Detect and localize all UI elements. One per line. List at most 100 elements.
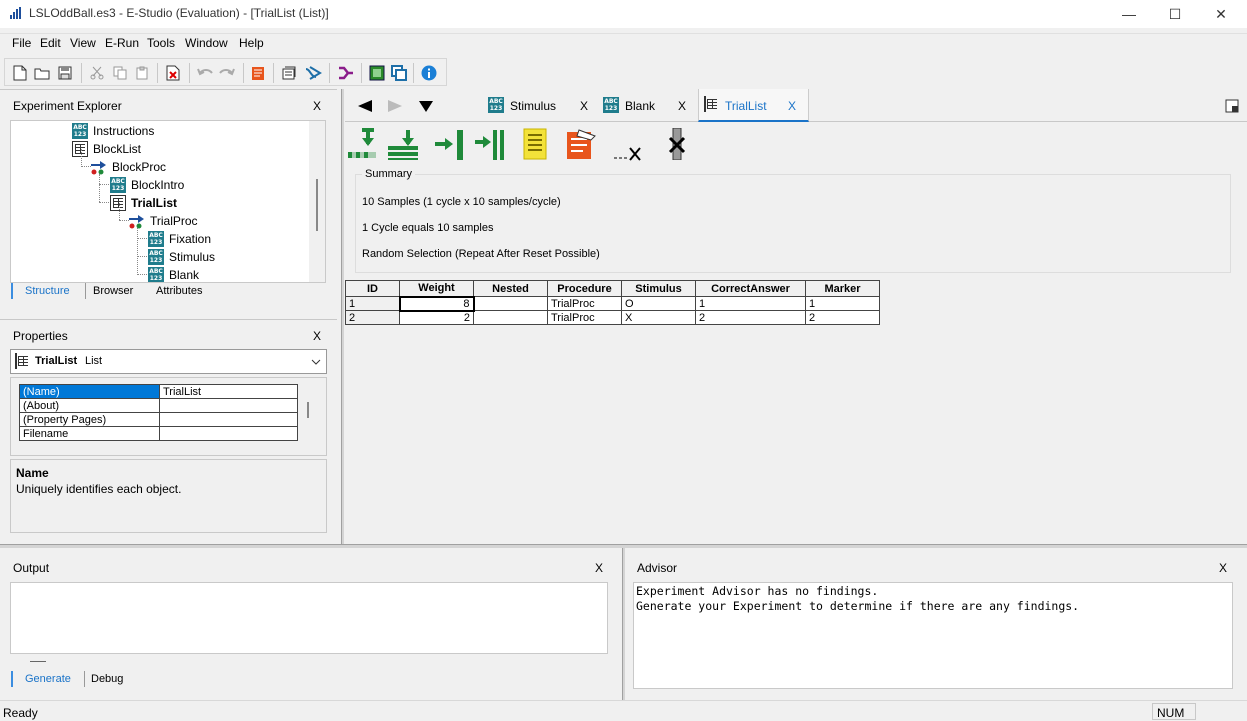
tree-item-blank[interactable]: ABC 123 Blank xyxy=(148,266,199,282)
output-close-button[interactable]: X xyxy=(595,561,603,575)
tab-close-button[interactable]: X xyxy=(580,99,588,113)
properties-page-icon[interactable] xyxy=(565,128,597,160)
compile-icon[interactable] xyxy=(279,63,299,83)
menu-erun[interactable]: E-Run xyxy=(105,36,139,50)
column-header[interactable]: Weight xyxy=(399,280,474,297)
back-arrow-icon[interactable] xyxy=(357,99,373,113)
tree-item-fixation[interactable]: ABC 123 Fixation xyxy=(148,230,211,248)
explorer-scrollbar[interactable] xyxy=(309,121,325,282)
generate-script-icon[interactable] xyxy=(248,63,268,83)
tab-triallist[interactable]: TrialList X xyxy=(698,89,809,122)
menu-file[interactable]: File xyxy=(12,36,31,50)
stimulus-cell[interactable]: O xyxy=(621,296,696,311)
object-selector[interactable]: TrialList List xyxy=(10,349,327,374)
tree-item-stimulus[interactable]: ABC 123 Stimulus xyxy=(148,248,215,266)
property-scroll-thumb[interactable] xyxy=(307,402,309,418)
marker-cell[interactable]: 1 xyxy=(805,296,880,311)
property-value[interactable]: TrialList xyxy=(159,384,298,399)
insert-attribute-icon[interactable] xyxy=(473,128,507,160)
property-value[interactable] xyxy=(159,412,298,427)
forward-arrow-icon[interactable] xyxy=(387,99,403,113)
table-row[interactable]: 2 2 TrialProc X 2 2 xyxy=(345,310,880,325)
delete-level-icon[interactable] xyxy=(614,142,646,162)
correctanswer-cell[interactable]: 1 xyxy=(695,296,806,311)
weight-cell[interactable]: 8 xyxy=(398,295,475,312)
menu-tools[interactable]: Tools xyxy=(147,36,175,50)
procedure-cell[interactable]: TrialProc xyxy=(547,296,622,311)
cut-icon[interactable] xyxy=(87,63,107,83)
restore-document-icon[interactable] xyxy=(1225,99,1239,113)
save-icon[interactable] xyxy=(55,63,75,83)
summary-icon[interactable] xyxy=(522,128,550,160)
menu-window[interactable]: Window xyxy=(185,36,228,50)
tree-item-label: Instructions xyxy=(93,124,155,138)
info-icon[interactable] xyxy=(419,63,439,83)
copy-icon[interactable] xyxy=(110,63,130,83)
paste-icon[interactable] xyxy=(132,63,152,83)
correctanswer-cell[interactable]: 2 xyxy=(695,310,806,325)
advisor-content[interactable]: Experiment Advisor has no findings. Gene… xyxy=(633,582,1233,689)
output-log[interactable] xyxy=(10,582,608,654)
tree-item-blocklist[interactable]: BlockList xyxy=(72,140,141,158)
delete-icon[interactable] xyxy=(163,63,183,83)
menu-help[interactable]: Help xyxy=(239,36,264,50)
menu-edit[interactable]: Edit xyxy=(40,36,61,50)
column-header[interactable]: Nested xyxy=(473,280,548,297)
explorer-close-button[interactable]: X xyxy=(313,99,321,113)
window-title: LSLOddBall.es3 - E-Studio (Evaluation) -… xyxy=(29,6,329,20)
tab-browser[interactable]: Browser xyxy=(93,285,133,297)
marker-cell[interactable]: 2 xyxy=(805,310,880,325)
property-value[interactable] xyxy=(159,398,298,413)
structure-view-icon[interactable] xyxy=(367,63,387,83)
text-display-icon: ABC 123 xyxy=(110,177,126,193)
tab-dropdown-icon[interactable] xyxy=(418,100,434,113)
property-row[interactable]: (Name) TrialList xyxy=(19,384,298,399)
tree-item-trialproc[interactable]: TrialProc xyxy=(128,212,198,230)
tree-item-blockintro[interactable]: ABC 123 BlockIntro xyxy=(110,176,184,194)
menu-view[interactable]: View xyxy=(70,36,96,50)
properties-close-button[interactable]: X xyxy=(313,329,321,343)
merge-icon[interactable] xyxy=(336,63,356,83)
open-folder-icon[interactable] xyxy=(32,63,52,83)
window-cascade-icon[interactable] xyxy=(389,63,409,83)
tab-generate[interactable]: Generate xyxy=(25,673,71,685)
undo-icon[interactable] xyxy=(195,63,215,83)
minimize-button[interactable]: — xyxy=(1106,0,1152,28)
tab-close-button[interactable]: X xyxy=(678,99,686,113)
nested-cell[interactable] xyxy=(473,296,548,311)
delete-attribute-icon[interactable] xyxy=(666,128,688,160)
tab-structure[interactable]: Structure xyxy=(25,285,70,297)
close-button[interactable]: ✕ xyxy=(1198,0,1244,28)
column-header[interactable]: CorrectAnswer xyxy=(695,280,806,297)
new-file-icon[interactable] xyxy=(10,63,30,83)
property-row[interactable]: (About) xyxy=(19,398,298,413)
procedure-cell[interactable]: TrialProc xyxy=(547,310,622,325)
property-name: Filename xyxy=(19,426,160,441)
maximize-button[interactable]: ☐ xyxy=(1152,0,1198,28)
tree-item-triallist[interactable]: TrialList xyxy=(110,194,177,212)
tab-debug[interactable]: Debug xyxy=(91,673,123,685)
weight-cell[interactable]: 2 xyxy=(399,310,474,325)
property-row[interactable]: Filename xyxy=(19,426,298,441)
table-row[interactable]: 1 8 TrialProc O 1 1 xyxy=(345,295,880,312)
scroll-thumb[interactable] xyxy=(316,179,318,231)
tree-item-blockproc[interactable]: BlockProc xyxy=(90,158,166,176)
column-header[interactable]: Stimulus xyxy=(621,280,696,297)
add-level-icon[interactable] xyxy=(348,128,380,160)
add-attribute-icon[interactable] xyxy=(433,128,467,160)
redo-icon[interactable] xyxy=(217,63,237,83)
run-icon[interactable] xyxy=(303,63,323,83)
column-header[interactable]: Procedure xyxy=(547,280,622,297)
column-header[interactable]: ID xyxy=(345,280,400,297)
nested-cell[interactable] xyxy=(473,310,548,325)
property-row[interactable]: (Property Pages) xyxy=(19,412,298,427)
property-value[interactable] xyxy=(159,426,298,441)
tree-item-instructions[interactable]: ABC 123 Instructions xyxy=(72,122,154,140)
summary-title: Summary xyxy=(362,168,416,180)
tab-attributes[interactable]: Attributes xyxy=(156,285,202,297)
column-header[interactable]: Marker xyxy=(805,280,880,297)
tab-close-button[interactable]: X xyxy=(788,99,796,113)
advisor-close-button[interactable]: X xyxy=(1219,561,1227,575)
insert-level-icon[interactable] xyxy=(388,128,420,160)
stimulus-cell[interactable]: X xyxy=(621,310,696,325)
